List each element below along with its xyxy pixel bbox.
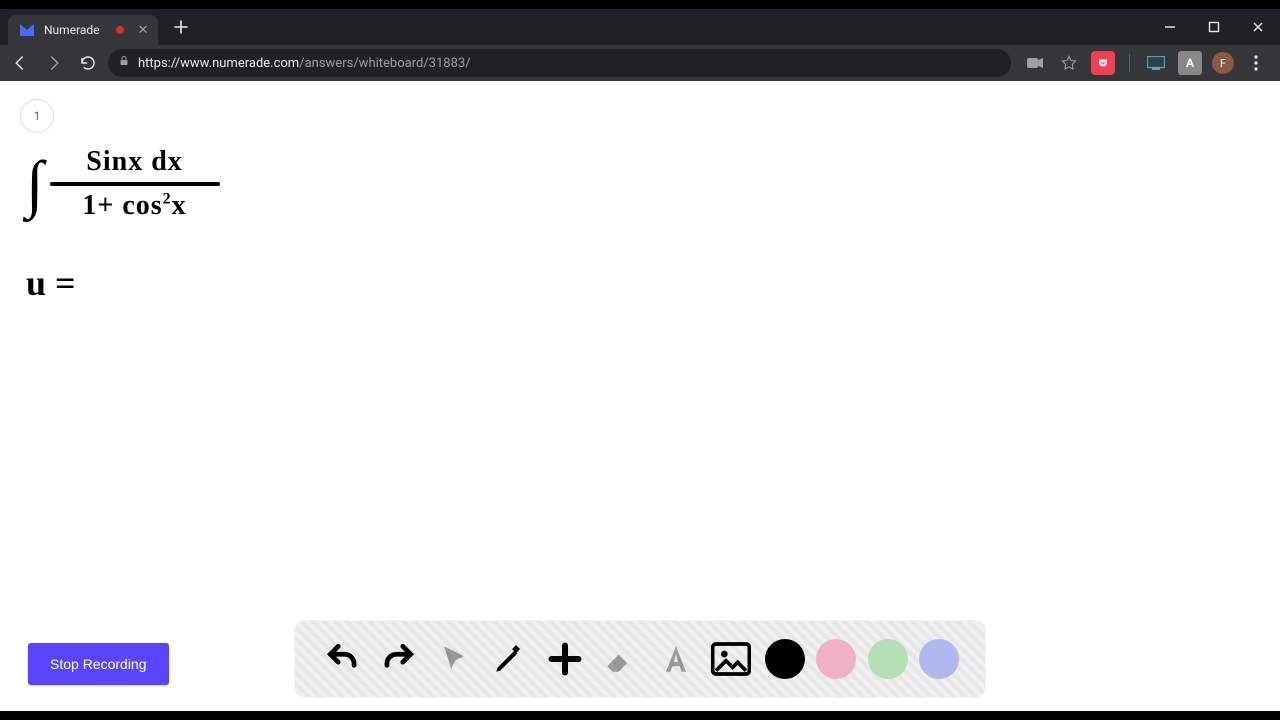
window-controls xyxy=(1148,9,1280,45)
fraction-denominator: 1+ cos2x xyxy=(82,186,186,222)
color-blue[interactable] xyxy=(919,639,959,679)
more-menu-icon[interactable] xyxy=(1244,51,1268,75)
toolbar-right-icons: A F xyxy=(1017,51,1274,75)
browser-window: Numerade ✕ https://www.numerade.com/answ… xyxy=(0,9,1280,711)
recording-indicator-icon xyxy=(116,26,124,34)
extension-screen-icon[interactable] xyxy=(1144,51,1168,75)
extension-divider xyxy=(1129,54,1130,72)
whiteboard-toolbar xyxy=(295,621,985,697)
address-bar[interactable]: https://www.numerade.com/answers/whitebo… xyxy=(108,49,1011,77)
reload-button[interactable] xyxy=(74,49,102,77)
text-tool[interactable] xyxy=(654,637,698,681)
close-window-button[interactable] xyxy=(1236,9,1280,45)
letterbox-top xyxy=(0,0,1280,9)
denom-right: x xyxy=(172,190,187,221)
browser-tab[interactable]: Numerade ✕ xyxy=(8,15,158,45)
extension-adblock-icon[interactable]: A xyxy=(1178,51,1202,75)
numerade-favicon-icon xyxy=(18,21,36,39)
maximize-button[interactable] xyxy=(1192,9,1236,45)
page-number-badge[interactable]: 1 xyxy=(20,99,54,133)
bookmark-star-icon[interactable] xyxy=(1057,51,1081,75)
undo-button[interactable] xyxy=(321,637,365,681)
denom-sup: 2 xyxy=(163,191,172,208)
color-green[interactable] xyxy=(868,639,908,679)
minimize-button[interactable] xyxy=(1148,9,1192,45)
letterbox-bottom xyxy=(0,711,1280,720)
new-tab-button[interactable] xyxy=(168,14,194,40)
address-bar-row: https://www.numerade.com/answers/whitebo… xyxy=(0,45,1280,81)
page-number-value: 1 xyxy=(34,109,41,123)
close-tab-icon[interactable]: ✕ xyxy=(138,23,149,38)
handwriting-area: ∫ Sinx dx 1+ cos2x u = xyxy=(26,146,346,304)
stop-recording-button[interactable]: Stop Recording xyxy=(28,643,169,685)
integral-sign: ∫ xyxy=(26,155,44,213)
extension-pocket-icon[interactable] xyxy=(1091,51,1115,75)
eraser-tool[interactable] xyxy=(598,637,642,681)
fraction-numerator: Sinx dx xyxy=(86,146,183,182)
page-viewport: 1 ∫ Sinx dx 1+ cos2x u = Stop Recording xyxy=(0,81,1280,711)
denom-left: 1+ cos xyxy=(82,190,162,221)
url-path: /answers/whiteboard/31883/ xyxy=(299,56,470,71)
title-bar: Numerade ✕ xyxy=(0,9,1280,45)
color-pink[interactable] xyxy=(816,639,856,679)
forward-button[interactable] xyxy=(40,49,68,77)
url-host: https://www.numerade.com xyxy=(138,56,299,71)
back-button[interactable] xyxy=(6,49,34,77)
color-black[interactable] xyxy=(765,639,805,679)
u-substitution-line: u = xyxy=(26,262,346,304)
pen-tool[interactable] xyxy=(487,637,531,681)
add-button[interactable] xyxy=(543,637,587,681)
avatar-initial: F xyxy=(1220,57,1226,70)
lock-icon xyxy=(118,55,130,71)
redo-button[interactable] xyxy=(376,637,420,681)
pointer-tool[interactable] xyxy=(432,637,476,681)
tab-title: Numerade xyxy=(44,23,100,37)
image-tool[interactable] xyxy=(709,637,753,681)
profile-avatar[interactable]: F xyxy=(1212,52,1234,74)
camera-indicator-icon[interactable] xyxy=(1023,51,1047,75)
